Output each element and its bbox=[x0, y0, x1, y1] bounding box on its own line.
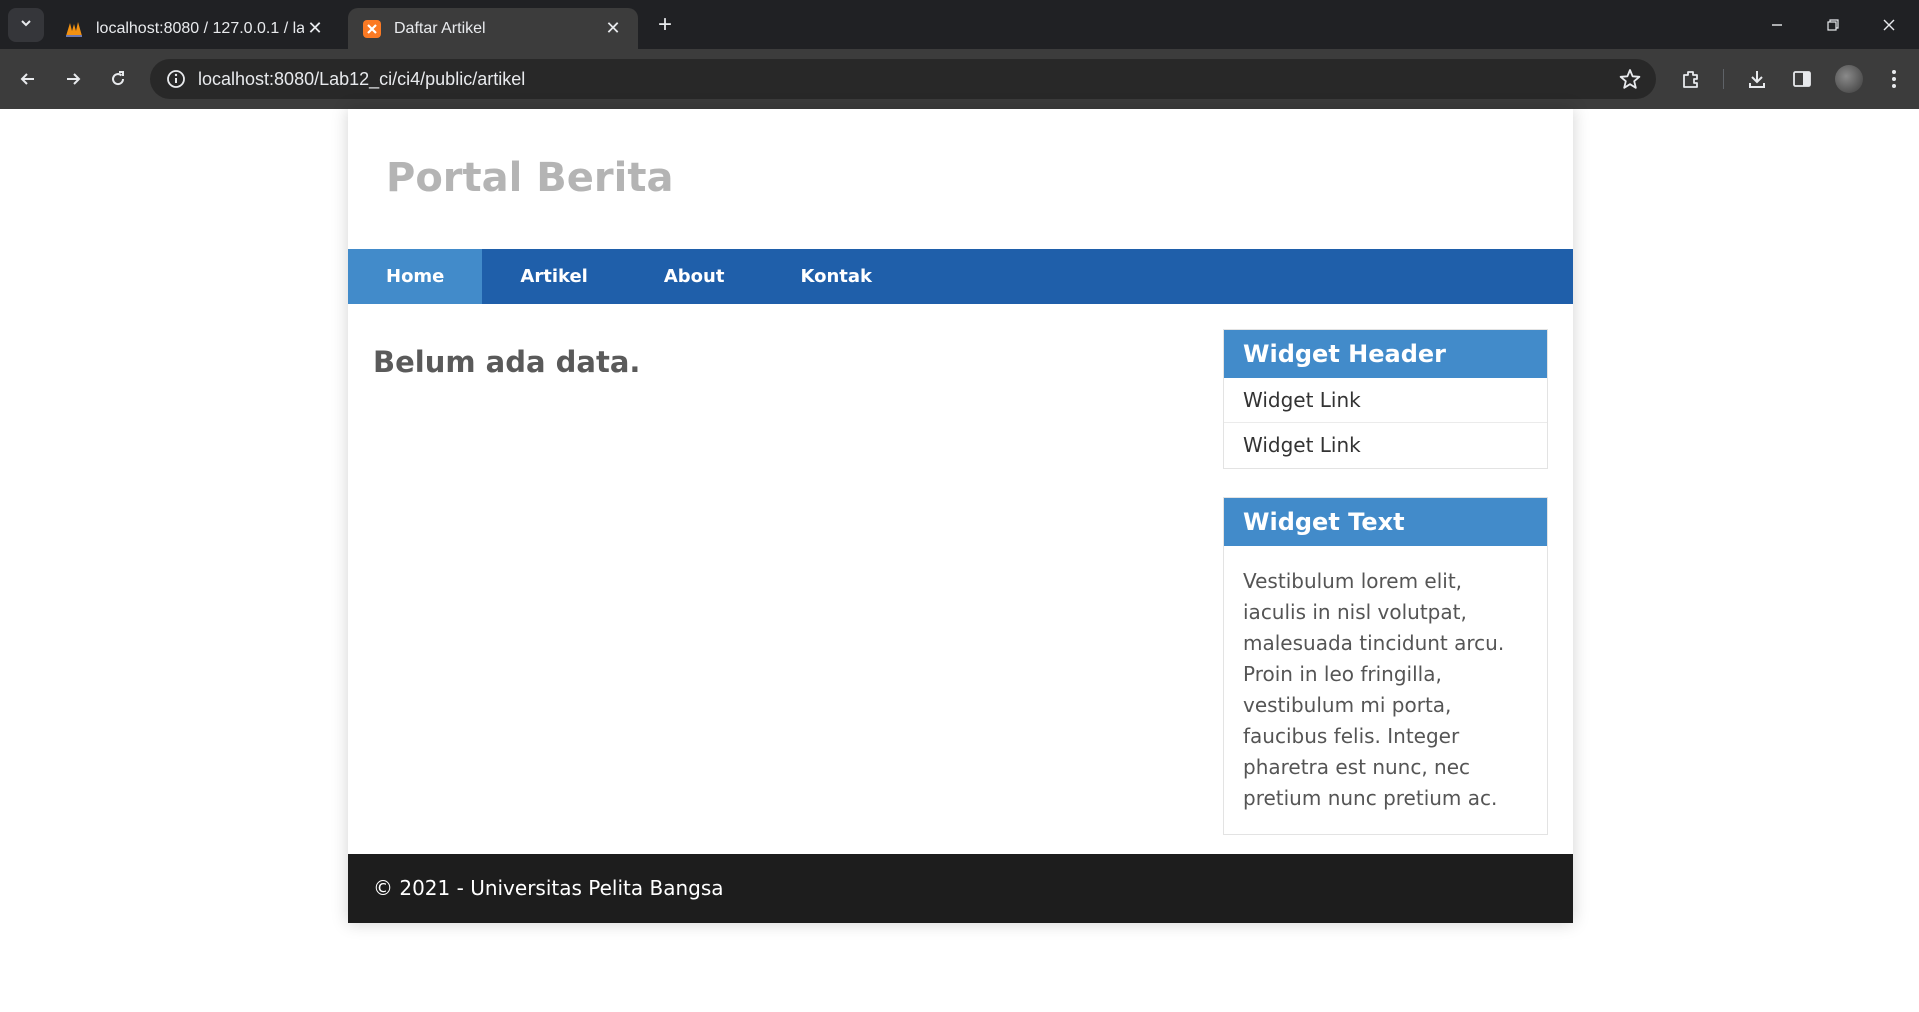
xampp-icon bbox=[362, 19, 382, 39]
widget-header: Widget Header bbox=[1224, 330, 1547, 378]
site-info-icon[interactable] bbox=[156, 59, 196, 99]
forward-button[interactable] bbox=[55, 61, 91, 97]
close-icon[interactable]: ✕ bbox=[602, 18, 624, 40]
extensions-icon[interactable] bbox=[1673, 61, 1709, 97]
minimize-button[interactable] bbox=[1754, 8, 1800, 42]
widget-text: Widget Text Vestibulum lorem elit, iacul… bbox=[1223, 497, 1548, 835]
nav-item-home[interactable]: Home bbox=[348, 249, 483, 304]
tab-title: localhost:8080 / 127.0.0.1 / lab_ bbox=[96, 19, 304, 37]
empty-state-message: Belum ada data. bbox=[373, 345, 641, 379]
tab-search-button[interactable] bbox=[8, 8, 44, 42]
page-viewport: Portal Berita Home Artikel About Kontak … bbox=[0, 109, 1919, 1012]
widget-links: Widget Header Widget Link Widget Link bbox=[1223, 329, 1548, 469]
site-title: Portal Berita bbox=[386, 155, 674, 201]
widget-link[interactable]: Widget Link bbox=[1224, 378, 1547, 423]
chevron-down-icon bbox=[19, 16, 33, 35]
site-container: Portal Berita Home Artikel About Kontak … bbox=[348, 109, 1573, 923]
toolbar-divider bbox=[1723, 69, 1724, 89]
side-panel-icon[interactable] bbox=[1784, 61, 1820, 97]
star-icon[interactable] bbox=[1618, 67, 1642, 91]
close-window-button[interactable] bbox=[1866, 8, 1912, 42]
site-header: Portal Berita bbox=[348, 109, 1573, 249]
tab-title: Daftar Artikel bbox=[394, 19, 486, 37]
browser-tab-bar: localhost:8080 / 127.0.0.1 / lab_ ✕ Daft… bbox=[0, 0, 1919, 49]
nav-item-kontak[interactable]: Kontak bbox=[762, 249, 910, 304]
tab-daftar-artikel[interactable]: Daftar Artikel ✕ bbox=[348, 8, 638, 49]
widget-link[interactable]: Widget Link bbox=[1224, 423, 1547, 468]
phpmyadmin-icon bbox=[64, 19, 84, 39]
reload-button[interactable] bbox=[100, 61, 136, 97]
arrow-right-icon bbox=[67, 73, 81, 85]
reload-icon bbox=[112, 71, 125, 86]
restore-button[interactable] bbox=[1810, 8, 1856, 42]
close-icon[interactable]: ✕ bbox=[304, 18, 326, 40]
menu-kebab-icon[interactable] bbox=[1876, 61, 1912, 97]
nav-item-about[interactable]: About bbox=[626, 249, 763, 304]
nav-item-artikel[interactable]: Artikel bbox=[482, 249, 625, 304]
new-tab-button[interactable]: + bbox=[650, 10, 680, 40]
main-nav: Home Artikel About Kontak bbox=[348, 249, 1573, 304]
site-footer: © 2021 - Universitas Pelita Bangsa bbox=[348, 854, 1573, 923]
tab-phpmyadmin[interactable]: localhost:8080 / 127.0.0.1 / lab_ ✕ bbox=[50, 8, 340, 49]
url-text[interactable]: localhost:8080/Lab12_ci/ci4/public/artik… bbox=[198, 69, 525, 90]
browser-toolbar: localhost:8080/Lab12_ci/ci4/public/artik… bbox=[0, 49, 1919, 109]
widget-header: Widget Text bbox=[1224, 498, 1547, 546]
widget-body-text: Vestibulum lorem elit, iaculis in nisl v… bbox=[1243, 569, 1505, 810]
back-button[interactable] bbox=[10, 61, 46, 97]
profile-avatar[interactable] bbox=[1835, 65, 1863, 93]
arrow-left-icon bbox=[20, 73, 34, 85]
download-icon[interactable] bbox=[1739, 61, 1775, 97]
address-bar[interactable]: localhost:8080/Lab12_ci/ci4/public/artik… bbox=[150, 59, 1656, 99]
